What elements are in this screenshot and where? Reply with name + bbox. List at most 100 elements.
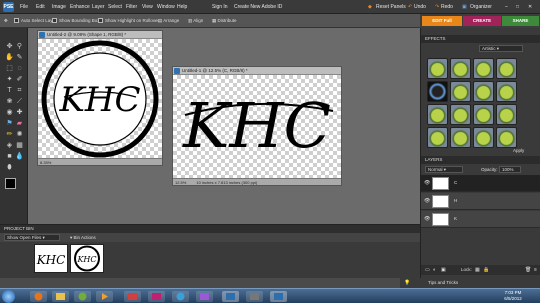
apply-effect-button[interactable]: Apply — [513, 148, 524, 153]
highlight-checkbox[interactable]: Show Highlight on Rollover — [98, 18, 159, 24]
move-tool-icon[interactable]: ✥ — [5, 42, 14, 51]
layer-row[interactable]: 👁 H — [421, 193, 540, 210]
sign-in-link[interactable]: Sign In — [212, 4, 228, 10]
tab-edit[interactable]: EDIT Full — [422, 16, 462, 26]
visibility-eye-icon[interactable]: 👁 — [424, 180, 430, 186]
maximize-button[interactable]: □ — [516, 4, 519, 10]
minimize-button[interactable]: – — [505, 4, 508, 10]
visibility-eye-icon[interactable]: 👁 — [424, 216, 430, 222]
menu-window[interactable]: Window — [157, 4, 175, 10]
paint-bucket-icon[interactable]: ◈ — [5, 141, 14, 150]
effect-thumbnail[interactable] — [496, 127, 517, 148]
organizer-button[interactable]: Organizer — [470, 4, 492, 10]
layers-panel-header[interactable]: LAYERS — [421, 156, 540, 164]
effect-thumbnail[interactable] — [427, 127, 448, 148]
document-title-bar[interactable]: Untitled-2 @ 9.09% (Shape 1, RGB/8) * — [38, 31, 162, 39]
project-bin-header[interactable]: PROJECT BIN — [0, 225, 420, 233]
brush-tool-icon[interactable]: ✏ — [5, 130, 14, 139]
menu-edit[interactable]: Edit — [36, 4, 45, 10]
visibility-eye-icon[interactable]: 👁 — [424, 198, 430, 204]
effect-thumbnail[interactable] — [473, 81, 494, 102]
document-window-untitled-1[interactable]: Untitled-1 @ 12.5% (C, RGB/8) * KHC 12.5… — [172, 66, 342, 186]
redo-icon[interactable]: ↷ — [435, 4, 439, 10]
system-clock[interactable]: 7:03 PM 6/5/2012 — [490, 290, 536, 303]
redo-button[interactable]: Redo — [441, 4, 453, 10]
menu-help[interactable]: Help — [177, 4, 187, 10]
undo-icon[interactable]: ↶ — [408, 4, 412, 10]
effect-thumbnail[interactable] — [427, 81, 448, 102]
tab-create[interactable]: CREATE — [463, 16, 501, 26]
menu-layer[interactable]: Layer — [92, 4, 105, 10]
lock-pixels-icon[interactable]: ▦ — [475, 265, 480, 275]
taskbar-media[interactable] — [96, 291, 113, 302]
gradient-tool-icon[interactable]: ▦ — [15, 141, 24, 150]
effect-thumbnail[interactable] — [427, 104, 448, 125]
smart-brush-icon[interactable]: ✺ — [15, 130, 24, 139]
layers-menu-icon[interactable]: ≡ — [534, 265, 537, 275]
bin-actions-menu[interactable]: ▾ Bin Actions — [70, 233, 96, 242]
bin-thumbnail-untitled-1[interactable]: KHC — [34, 244, 68, 273]
clone-stamp-icon[interactable]: ⚑ — [5, 119, 14, 128]
distribute-dropdown[interactable]: ▦ Distribute — [212, 18, 237, 24]
effect-thumbnail[interactable] — [427, 58, 448, 79]
effect-thumbnail[interactable] — [496, 58, 517, 79]
start-button[interactable] — [2, 290, 15, 303]
taskbar-app[interactable] — [246, 291, 263, 302]
effect-thumbnail[interactable] — [496, 81, 517, 102]
marquee-tool-icon[interactable]: ⬚ — [5, 64, 14, 73]
taskbar-app[interactable] — [74, 291, 91, 302]
shape-tool-icon[interactable]: ■ — [5, 152, 14, 161]
arrange-dropdown[interactable]: ▤ Arrange — [158, 18, 179, 24]
foreground-color-swatch[interactable] — [5, 178, 16, 189]
taskbar-pse-editor[interactable] — [222, 291, 239, 302]
close-button[interactable]: ✕ — [528, 4, 532, 10]
magic-wand-icon[interactable]: ✦ — [5, 75, 14, 84]
type-tool-icon[interactable]: T — [5, 86, 14, 95]
undo-button[interactable]: Undo — [414, 4, 426, 10]
menu-select[interactable]: Select — [108, 4, 122, 10]
show-files-dropdown[interactable]: Show Open Files ▾ — [4, 234, 60, 241]
lasso-tool-icon[interactable]: ◌ — [15, 64, 24, 73]
effect-thumbnail[interactable] — [450, 58, 471, 79]
effect-thumbnail[interactable] — [450, 81, 471, 102]
delete-layer-icon[interactable]: 🗑 — [525, 265, 531, 275]
menu-image[interactable]: Image — [52, 4, 66, 10]
tips-link[interactable]: Tips and Tricks — [428, 280, 458, 285]
taskbar-firefox[interactable] — [30, 291, 47, 302]
crop-tool-icon[interactable]: ⌗ — [15, 86, 24, 95]
sponge-tool-icon[interactable]: ⬮ — [5, 163, 14, 172]
effect-thumbnail[interactable] — [473, 58, 494, 79]
taskbar-app[interactable] — [172, 291, 189, 302]
taskbar-explorer[interactable] — [52, 291, 69, 302]
effects-filter-dropdown[interactable]: Artistic ▾ — [479, 45, 523, 52]
new-layer-icon[interactable]: ▭ — [425, 265, 430, 275]
effect-thumbnail[interactable] — [473, 104, 494, 125]
layer-row[interactable]: 👁 K — [421, 211, 540, 228]
effect-thumbnail[interactable] — [496, 104, 517, 125]
taskbar-app[interactable] — [124, 291, 141, 302]
layer-mask-icon[interactable]: ▣ — [441, 265, 446, 275]
menu-enhance[interactable]: Enhance — [70, 4, 90, 10]
taskbar-app[interactable] — [148, 291, 165, 302]
hand-tool-icon[interactable]: ✋ — [5, 53, 14, 62]
layer-name[interactable]: K — [454, 216, 457, 221]
eyedropper-icon[interactable]: ✎ — [15, 53, 24, 62]
taskbar-app[interactable] — [196, 291, 213, 302]
document-window-untitled-2[interactable]: Untitled-2 @ 9.09% (Shape 1, RGB/8) * KH… — [37, 30, 163, 166]
taskbar-pse-organizer[interactable] — [270, 291, 287, 302]
create-id-link[interactable]: Create New Adobe ID — [234, 4, 282, 10]
red-eye-icon[interactable]: ◉ — [5, 108, 14, 117]
bin-thumbnail-untitled-2[interactable]: KHC — [70, 244, 104, 273]
reset-panels-icon[interactable]: ◆ — [368, 4, 372, 10]
document-canvas[interactable]: KHC — [173, 75, 341, 178]
effect-thumbnail[interactable] — [450, 127, 471, 148]
opacity-field[interactable]: 100% — [499, 166, 521, 173]
blend-mode-dropdown[interactable]: Normal ▾ — [425, 166, 463, 173]
document-title-bar[interactable]: Untitled-1 @ 12.5% (C, RGB/8) * — [173, 67, 341, 75]
align-dropdown[interactable]: ▥ Align — [188, 18, 203, 24]
bounding-box-checkbox[interactable]: Show Bounding Box — [52, 18, 100, 24]
document-canvas[interactable]: KHC — [38, 39, 162, 159]
lock-all-icon[interactable]: 🔒 — [483, 265, 489, 275]
adjustment-layer-icon[interactable]: ◐ — [433, 265, 436, 275]
cookie-cutter-icon[interactable]: ❀ — [5, 97, 14, 106]
